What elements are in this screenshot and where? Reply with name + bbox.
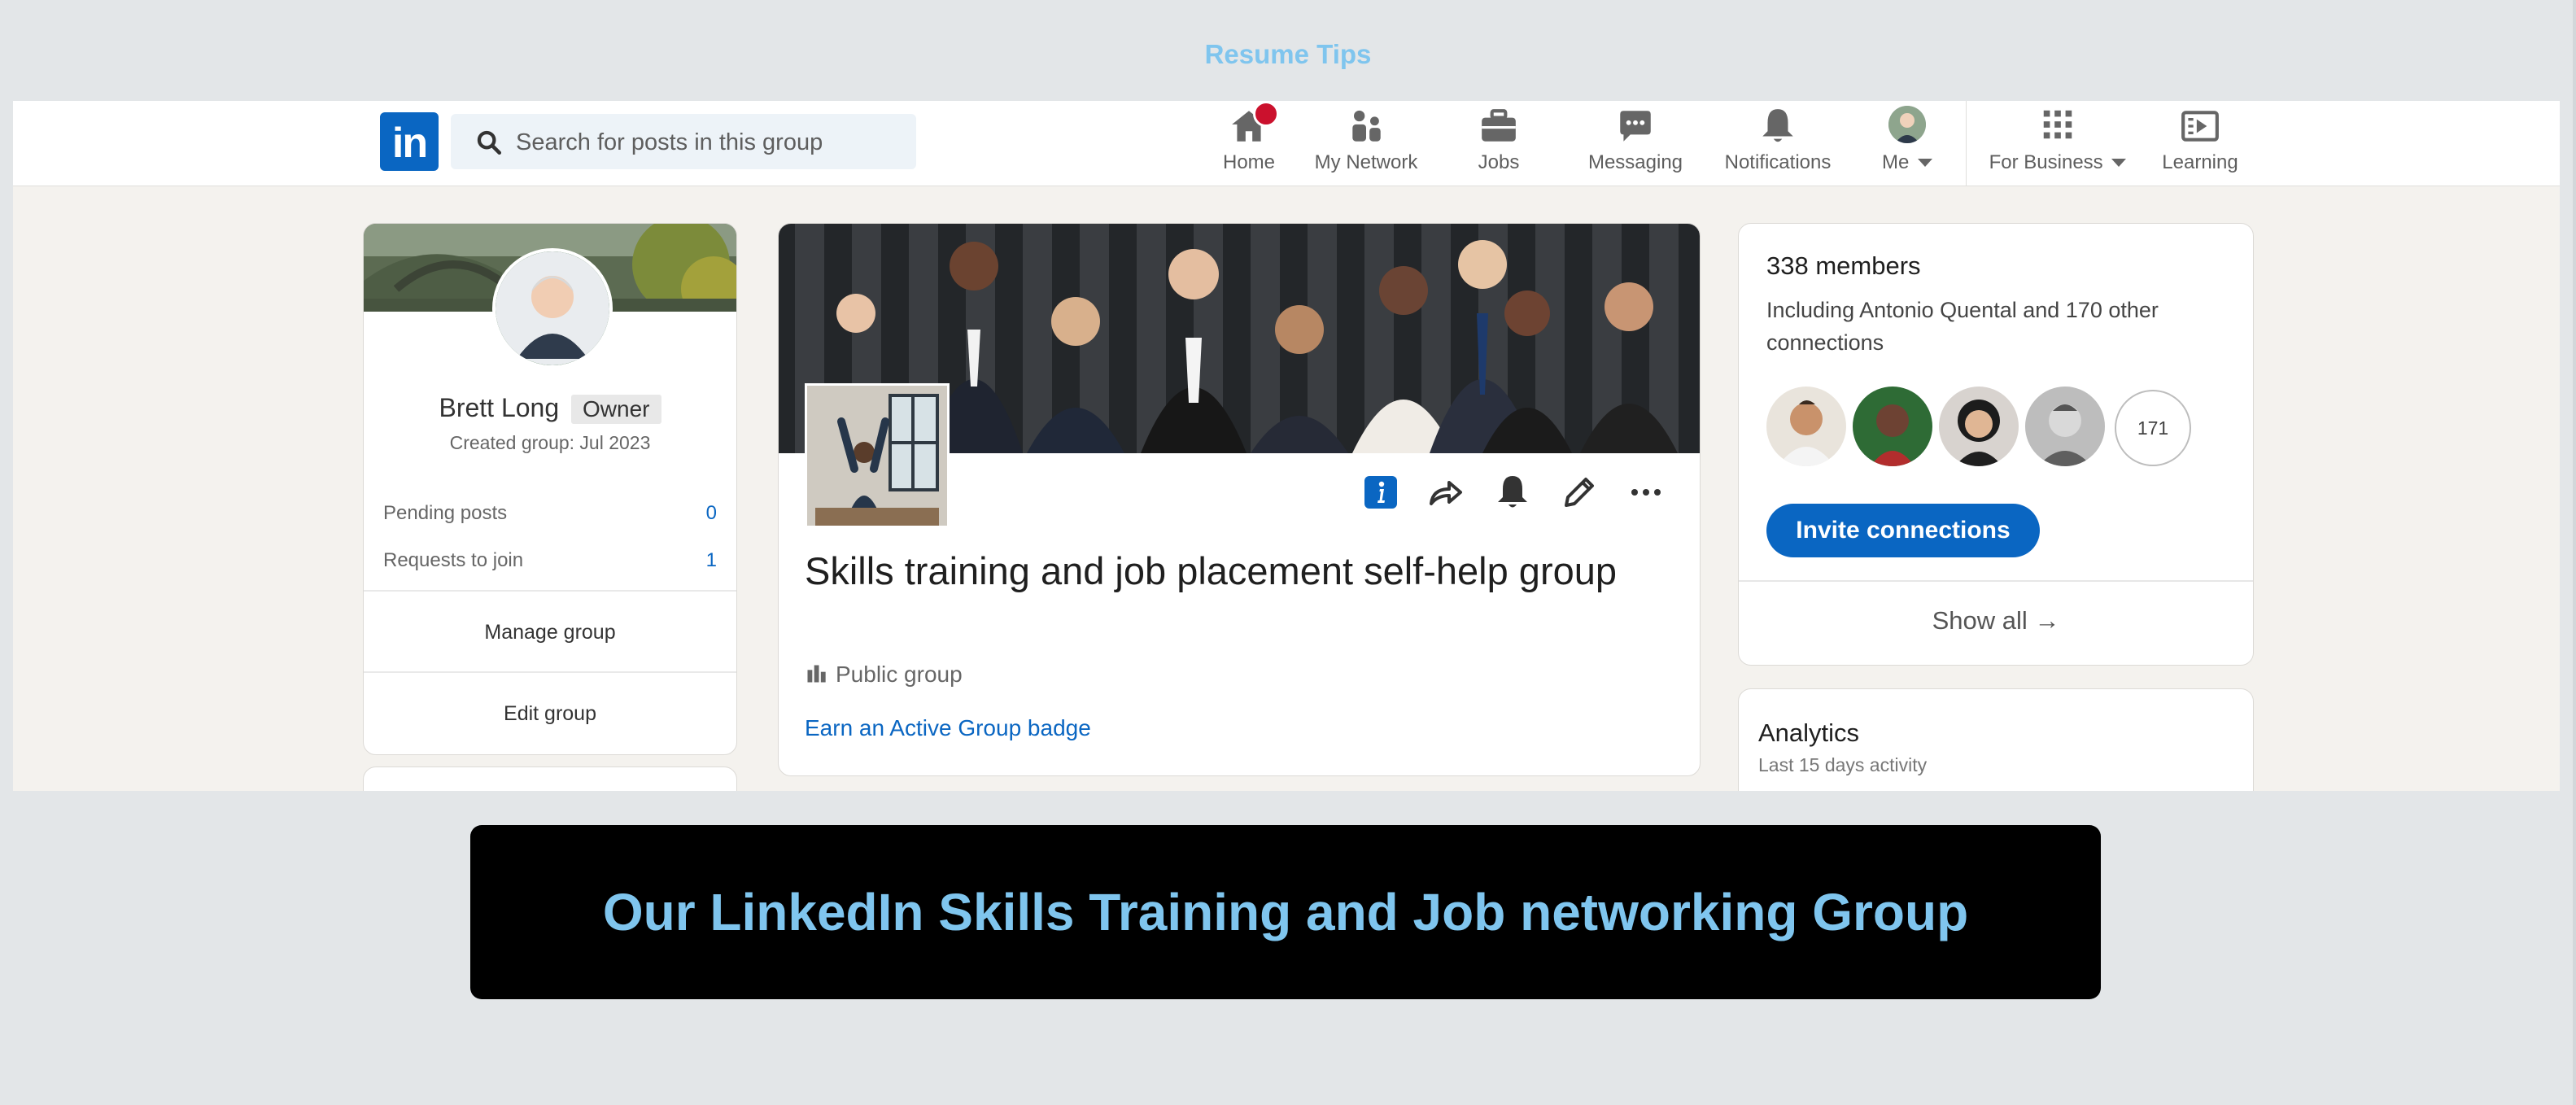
nav-for-business-label: For Business <box>1989 151 2103 173</box>
role-badge: Owner <box>571 395 661 424</box>
nav-learning[interactable]: Learning <box>2153 106 2247 181</box>
nav-for-business[interactable]: For Business <box>1985 106 2130 181</box>
manage-group-button[interactable]: Manage group <box>364 621 736 644</box>
search-input[interactable] <box>514 114 900 171</box>
share-icon[interactable] <box>1426 473 1465 512</box>
created-date: Created group: Jul 2023 <box>449 432 651 453</box>
more-icon[interactable] <box>1626 473 1666 512</box>
pending-posts-row[interactable]: Pending posts 0 <box>383 502 717 525</box>
avatar[interactable] <box>1766 387 1846 466</box>
page-heading: Resume Tips <box>1204 39 1372 69</box>
caret-down-icon <box>2111 159 2127 167</box>
nav-me-label: Me <box>1881 151 1910 173</box>
group-visibility: Public group <box>805 662 963 688</box>
top-navbar: in Home My Network <box>13 101 2560 186</box>
analytics-card: Analytics Last 15 days activity <box>1738 688 2254 791</box>
app-window: in Home My Network <box>13 101 2560 791</box>
network-icon <box>1346 106 1386 146</box>
nav-home[interactable]: Home <box>1203 101 1295 181</box>
owner-name-row: Brett Long Owner <box>364 393 736 424</box>
owner-profile-card: Brett Long Owner Created group: Jul 2023… <box>363 223 737 755</box>
nav-notifications-label: Notifications <box>1724 151 1832 173</box>
requests-label: Requests to join <box>383 549 524 571</box>
group-title: Skills training and job placement self-h… <box>805 549 1618 592</box>
avatar[interactable] <box>2025 387 2105 466</box>
group-logo[interactable] <box>805 383 950 528</box>
learning-icon <box>2180 106 2220 146</box>
pending-posts-label: Pending posts <box>383 502 508 524</box>
connections-summary: Including Antonio Quental and 170 other … <box>1766 298 2159 355</box>
group-header-card: Skills training and job placement self-h… <box>778 223 1701 776</box>
divider <box>1739 580 2253 582</box>
avatar[interactable] <box>1939 387 2019 466</box>
show-all-link[interactable]: Show all → <box>1739 606 2253 635</box>
search-box[interactable] <box>451 114 916 171</box>
caret-down-icon <box>1918 159 1932 167</box>
nav-learning-label: Learning <box>2162 151 2238 173</box>
owner-avatar[interactable] <box>492 248 613 369</box>
nav-messaging-label: Messaging <box>1587 151 1683 173</box>
info-icon[interactable] <box>1361 473 1400 512</box>
owner-name[interactable]: Brett Long <box>439 393 559 422</box>
notification-badge <box>1253 101 1279 127</box>
nav-divider <box>1966 101 1967 186</box>
edit-group-button[interactable]: Edit group <box>364 702 736 726</box>
nav-me-label-wrap: Me <box>1868 151 1946 174</box>
analytics-subtitle: Last 15 days activity <box>1758 754 1928 775</box>
active-badge-link[interactable]: Earn an Active Group badge <box>805 715 1091 741</box>
nav-me[interactable]: Me <box>1868 106 1946 181</box>
secondary-card <box>363 767 737 791</box>
page-edge <box>2573 0 2576 1105</box>
nav-jobs-label: Jobs <box>1478 151 1520 173</box>
building-icon <box>807 665 826 683</box>
member-count: 338 members <box>1766 251 1921 280</box>
avatar[interactable] <box>1853 387 1932 466</box>
more-members-count[interactable]: 171 <box>2115 390 2191 466</box>
nav-messaging[interactable]: Messaging <box>1582 106 1689 181</box>
search-icon <box>477 130 502 155</box>
invite-connections-button[interactable]: Invite connections <box>1766 504 2040 557</box>
edit-icon[interactable] <box>1560 473 1599 512</box>
linkedin-logo[interactable]: in <box>380 112 439 171</box>
group-visibility-label: Public group <box>836 662 963 687</box>
grid-icon <box>2037 106 2078 146</box>
messaging-icon <box>1615 106 1656 146</box>
avatar <box>1888 106 1926 143</box>
requests-count: 1 <box>705 549 717 571</box>
divider <box>364 671 736 673</box>
nav-notifications[interactable]: Notifications <box>1710 106 1845 181</box>
briefcase-icon <box>1478 106 1519 146</box>
analytics-title: Analytics <box>1758 718 1860 747</box>
caption-banner: Our LinkedIn Skills Training and Job net… <box>470 825 2101 999</box>
member-avatars: 171 <box>1766 387 2222 468</box>
home-icon <box>1229 101 1279 146</box>
nav-jobs[interactable]: Jobs <box>1461 106 1536 181</box>
nav-for-business-label-wrap: For Business <box>1985 151 2130 174</box>
bell-icon <box>1757 106 1798 146</box>
group-actions <box>1361 473 1687 513</box>
bell-icon[interactable] <box>1493 473 1532 512</box>
nav-home-label: Home <box>1222 151 1276 173</box>
banner-text: Our LinkedIn Skills Training and Job net… <box>602 883 1969 941</box>
nav-my-network-label: My Network <box>1314 151 1418 173</box>
divider <box>364 590 736 592</box>
pending-posts-count: 0 <box>705 502 717 524</box>
nav-my-network[interactable]: My Network <box>1299 106 1434 181</box>
requests-row[interactable]: Requests to join 1 <box>383 549 717 572</box>
members-card: 338 members Including Antonio Quental an… <box>1738 223 2254 666</box>
me-avatar-wrap <box>1887 106 1928 146</box>
